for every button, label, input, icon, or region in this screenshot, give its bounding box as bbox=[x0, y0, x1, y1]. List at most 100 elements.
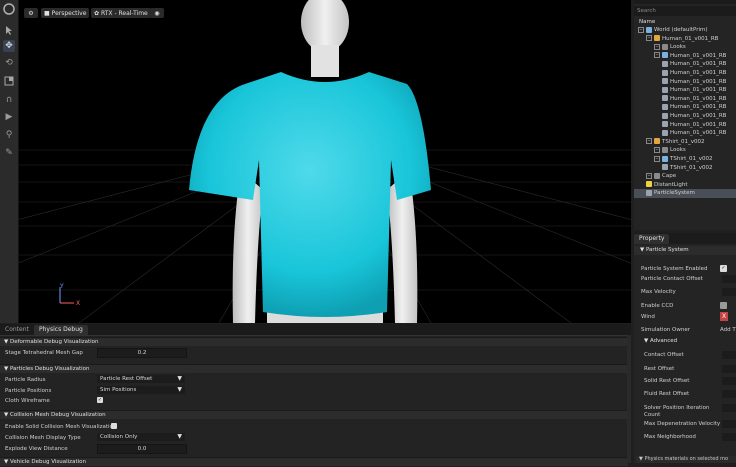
mesh-icon bbox=[662, 129, 668, 136]
stage-tree-label: TShirt_01_v002 bbox=[670, 156, 713, 162]
cloth-wireframe-label: Cloth Wireframe bbox=[5, 398, 50, 404]
tab-physics-debug[interactable]: Physics Debug bbox=[34, 325, 88, 335]
left-toolbar: ✥ ⟲ ∩ ▶ ⚲ ✎ bbox=[0, 0, 19, 323]
light-icon bbox=[646, 181, 652, 188]
visibility-button[interactable]: ◉ bbox=[150, 8, 164, 18]
viewport[interactable]: ⚙ ■ Perspective ✿ RTX - Real-Time ◉ Y X bbox=[19, 0, 631, 323]
enable-ccd-checkbox[interactable] bbox=[720, 302, 727, 309]
stage-tree-item[interactable]: Human_01_v001_RB bbox=[634, 86, 736, 95]
stage-tree-item[interactable]: − Human_01_v001_RB bbox=[634, 52, 736, 61]
xform-icon bbox=[662, 52, 668, 59]
collision-section-header[interactable]: ▼ Collision Mesh Debug Visualization bbox=[0, 410, 628, 419]
stage-tree-item[interactable]: Human_01_v001_RB bbox=[634, 129, 736, 138]
stage-tree-item[interactable]: − Cape bbox=[634, 172, 736, 181]
vehicle-section-header[interactable]: ▼ Vehicle Debug Visualization bbox=[0, 457, 628, 466]
solid-collision-checkbox[interactable] bbox=[111, 423, 117, 429]
deformable-section-header[interactable]: ▼ Deformable Debug Visualization bbox=[0, 337, 628, 346]
property-value-field[interactable] bbox=[722, 275, 736, 283]
snap-magnet-icon[interactable]: ∩ bbox=[3, 94, 15, 106]
viewport-settings-button[interactable]: ⚙ bbox=[24, 8, 38, 18]
expander-icon[interactable]: − bbox=[654, 146, 660, 153]
advanced-section-header[interactable]: ▼ Advanced bbox=[640, 337, 736, 346]
render-mode-button[interactable]: ✿ RTX - Real-Time bbox=[91, 8, 151, 18]
advanced-property-label: Max Depenetration Velocity bbox=[644, 421, 721, 427]
wind-x-field[interactable]: X bbox=[720, 312, 728, 321]
expander-icon[interactable]: − bbox=[654, 155, 660, 162]
play-icon[interactable]: ▶ bbox=[3, 111, 15, 123]
physics-materials-section[interactable]: ▼ Physics materials on selected mo bbox=[636, 456, 736, 463]
property-label: Max Velocity bbox=[641, 289, 676, 295]
particle-system-section[interactable]: ▼ Particle System bbox=[634, 246, 736, 255]
stage-tree-item[interactable]: ParticleSystem bbox=[634, 189, 736, 198]
rotate-icon[interactable]: ⟲ bbox=[3, 57, 15, 69]
expander-icon[interactable]: − bbox=[654, 43, 660, 50]
particles-section-header[interactable]: ▼ Particles Debug Visualization bbox=[0, 364, 628, 373]
explode-distance-field[interactable]: 0.0 bbox=[97, 444, 187, 454]
advanced-value-field[interactable] bbox=[722, 420, 736, 428]
stage-tree-item[interactable]: TShirt_01_v002 bbox=[634, 164, 736, 173]
scale-icon[interactable] bbox=[3, 75, 15, 87]
advanced-property-label: Solver Position Iteration Count bbox=[644, 405, 710, 418]
dropdown-arrow-icon: ▼ bbox=[177, 375, 182, 382]
advanced-value-field[interactable] bbox=[722, 365, 736, 373]
physics-icon[interactable]: ⚲ bbox=[3, 129, 15, 141]
stage-tree-label: Looks bbox=[670, 44, 686, 51]
property-label: Wind bbox=[641, 314, 655, 320]
stage-tree-item[interactable]: − TShirt_01_v002 bbox=[634, 155, 736, 164]
stage-tree-item[interactable]: Human_01_v001_RB bbox=[634, 121, 736, 130]
expander-icon[interactable]: − bbox=[646, 172, 652, 179]
stage-tree-item[interactable]: − Human_01_v001_RB bbox=[634, 35, 736, 44]
mesh-icon bbox=[662, 69, 668, 76]
folder-icon bbox=[662, 43, 668, 50]
camera-button[interactable]: ■ Perspective bbox=[41, 8, 90, 18]
advanced-value-field[interactable] bbox=[722, 351, 736, 359]
omni-logo-icon[interactable] bbox=[3, 3, 15, 15]
stage-tree-item[interactable]: Human_01_v001_RB bbox=[634, 69, 736, 78]
expander-icon[interactable]: − bbox=[646, 138, 652, 145]
stage-tree-item[interactable]: Human_01_v001_RB bbox=[634, 78, 736, 87]
stage-tree-label: Human_01_v001_RB bbox=[670, 78, 727, 85]
stage-tree-item[interactable]: Human_01_v001_RB bbox=[634, 103, 736, 112]
tab-content[interactable]: Content bbox=[0, 325, 34, 335]
bottom-panel-scrollbar[interactable] bbox=[627, 335, 631, 463]
stage-tree-item[interactable]: − Looks bbox=[634, 146, 736, 155]
mesh-icon bbox=[662, 112, 668, 119]
expander-icon[interactable]: − bbox=[654, 52, 660, 59]
dropdown-arrow-icon: ▼ bbox=[177, 433, 182, 440]
property-value-field[interactable] bbox=[722, 288, 736, 296]
move-icon[interactable]: ✥ bbox=[3, 40, 15, 52]
particle-system-enabled-checkbox[interactable]: ✓ bbox=[720, 265, 727, 272]
stage-tree-label: Human_01_v001_RB bbox=[670, 121, 727, 128]
stage-tree-item[interactable]: − Looks bbox=[634, 43, 736, 52]
stage-tree-item[interactable]: Human_01_v001_RB bbox=[634, 60, 736, 69]
mesh-icon bbox=[662, 164, 668, 171]
stage-panel: Search Name − World (defaultPrim) − Human_0… bbox=[634, 0, 736, 230]
stage-tree-item[interactable]: − TShirt_01_v002 bbox=[634, 138, 736, 147]
tab-property[interactable]: Property bbox=[634, 234, 670, 244]
stage-tree-item[interactable]: Human_01_v001_RB bbox=[634, 112, 736, 121]
advanced-value-field[interactable] bbox=[722, 390, 736, 398]
advanced-value-field[interactable] bbox=[722, 433, 736, 441]
stage-tree-item[interactable]: − World (defaultPrim) bbox=[634, 26, 736, 35]
expander-icon[interactable]: − bbox=[638, 26, 644, 33]
advanced-property-label: Max Neighborhood bbox=[644, 434, 696, 440]
add-target-button[interactable]: Add T bbox=[720, 327, 736, 333]
collision-display-dropdown[interactable]: Collision Only ▼ bbox=[97, 433, 185, 441]
cloth-wireframe-checkbox[interactable]: ✓ bbox=[97, 397, 103, 403]
advanced-value-field[interactable] bbox=[722, 377, 736, 385]
mesh-icon bbox=[662, 95, 668, 102]
stage-tree-item[interactable]: DistantLight bbox=[634, 181, 736, 190]
paint-brush-icon[interactable]: ✎ bbox=[3, 147, 15, 159]
expander-icon[interactable]: − bbox=[646, 35, 652, 42]
stage-search-input[interactable]: Search bbox=[634, 6, 736, 16]
mesh-gap-field[interactable]: 0.2 bbox=[97, 348, 187, 358]
stage-tree-item[interactable]: Human_01_v001_RB bbox=[634, 95, 736, 104]
particle-positions-dropdown[interactable]: Sim Positions ▼ bbox=[97, 386, 185, 394]
mesh-gap-label: Stage Tetrahedral Mesh Gap bbox=[5, 350, 83, 356]
bottom-tabbar: Content Physics Debug bbox=[0, 324, 631, 336]
advanced-value-field[interactable] bbox=[722, 404, 736, 412]
particle-radius-dropdown[interactable]: Particle Rest Offset ▼ bbox=[97, 375, 185, 383]
folder-icon bbox=[662, 146, 668, 153]
select-arrow-icon[interactable] bbox=[3, 24, 15, 36]
axis-y-label: Y bbox=[60, 283, 64, 290]
